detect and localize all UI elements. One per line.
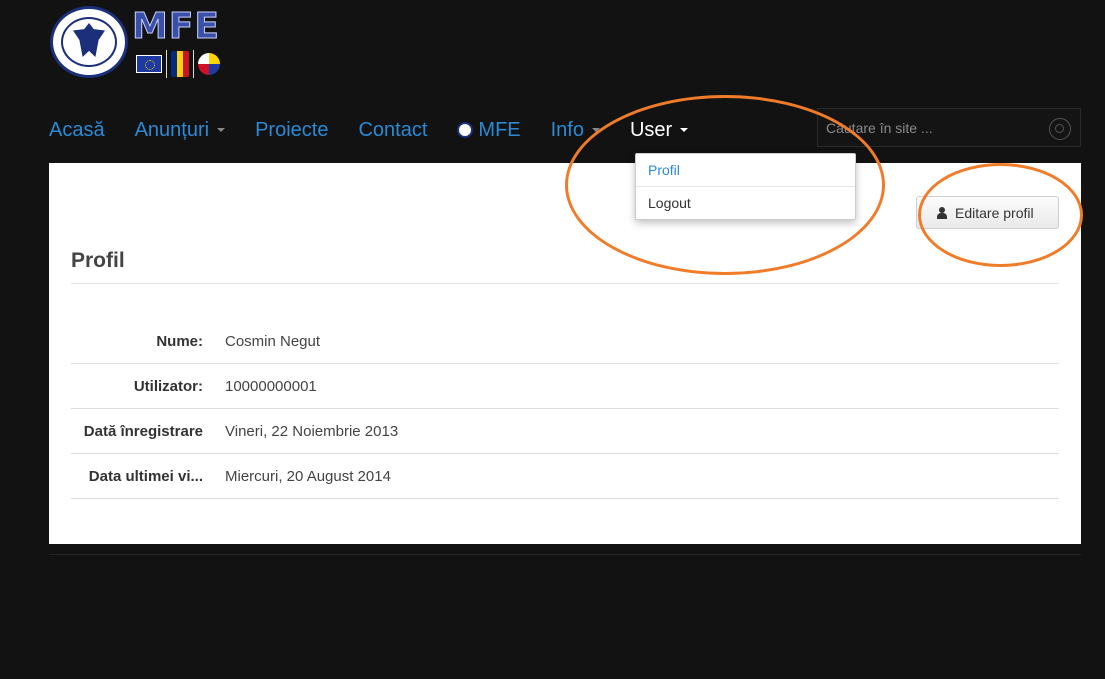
nav-item-info[interactable]: Info <box>551 119 600 142</box>
program-emblem-icon <box>198 53 220 75</box>
nav-item-label: Info <box>550 118 584 141</box>
site-logo[interactable]: MFE <box>50 6 250 80</box>
field-label: Nume: <box>156 332 203 350</box>
profile-row-last-visit: Data ultimei vi... Miercuri, 20 August 2… <box>71 454 1059 499</box>
romania-coat-icon <box>171 51 189 77</box>
profile-panel: Editare profil Profil Nume: Cosmin Negut… <box>49 163 1081 544</box>
divider <box>193 50 194 78</box>
nav-item-acasa[interactable]: Acasă <box>49 119 105 142</box>
eu-flag-icon <box>136 55 162 73</box>
nav-item-label: Contact <box>358 118 428 141</box>
ministry-seal-icon <box>50 6 128 78</box>
edit-profile-button[interactable]: Editare profil <box>916 196 1059 229</box>
field-value: Vineri, 22 Noiembrie 2013 <box>225 422 399 440</box>
user-icon <box>937 206 947 219</box>
user-dropdown-menu: Profil Logout <box>635 153 856 220</box>
caret-down-icon <box>591 128 600 132</box>
nav-item-label: Anunțuri <box>134 118 210 141</box>
field-value: 10000000001 <box>225 377 317 395</box>
nav-item-label: Acasă <box>49 118 105 141</box>
profile-row-registered: Dată înregistrare Vineri, 22 Noiembrie 2… <box>71 409 1059 454</box>
field-value: Cosmin Negut <box>225 332 321 350</box>
nav-item-proiecte[interactable]: Proiecte <box>255 119 328 142</box>
site-search <box>817 108 1081 147</box>
profile-row-name: Nume: Cosmin Negut <box>71 319 1059 364</box>
main-nav: Acasă Anunțuri Proiecte Contact MFE Info… <box>49 116 718 144</box>
menu-item-profil[interactable]: Profil <box>636 154 855 187</box>
nav-item-label: MFE <box>478 118 521 141</box>
caret-down-icon <box>217 128 226 132</box>
field-label: Utilizator: <box>133 377 203 395</box>
edit-profile-label: Editare profil <box>955 204 1034 221</box>
logo-flags <box>136 50 220 78</box>
divider <box>71 283 1059 284</box>
nav-item-contact[interactable]: Contact <box>358 119 427 142</box>
mfe-seal-icon <box>457 122 474 138</box>
nav-item-anunturi[interactable]: Anunțuri <box>135 119 226 142</box>
profile-details: Nume: Cosmin Negut Utilizator: 100000000… <box>71 319 1059 499</box>
caret-down-icon <box>680 128 689 132</box>
menu-item-logout[interactable]: Logout <box>636 187 855 220</box>
nav-item-user[interactable]: User <box>629 118 689 142</box>
search-icon[interactable] <box>1049 118 1071 140</box>
nav-item-mfe[interactable]: MFE <box>457 118 521 142</box>
field-label: Data ultimei vi... <box>88 467 203 485</box>
nav-item-label: Proiecte <box>255 118 329 141</box>
footer-divider <box>49 554 1081 555</box>
page-title: Profil <box>71 249 125 272</box>
search-input[interactable] <box>818 109 1038 146</box>
divider <box>166 50 167 78</box>
profile-row-username: Utilizator: 10000000001 <box>71 364 1059 409</box>
field-value: Miercuri, 20 August 2014 <box>225 467 391 485</box>
nav-item-label: User <box>629 118 673 141</box>
field-label: Dată înregistrare <box>83 422 203 440</box>
logo-text: MFE <box>131 6 221 48</box>
